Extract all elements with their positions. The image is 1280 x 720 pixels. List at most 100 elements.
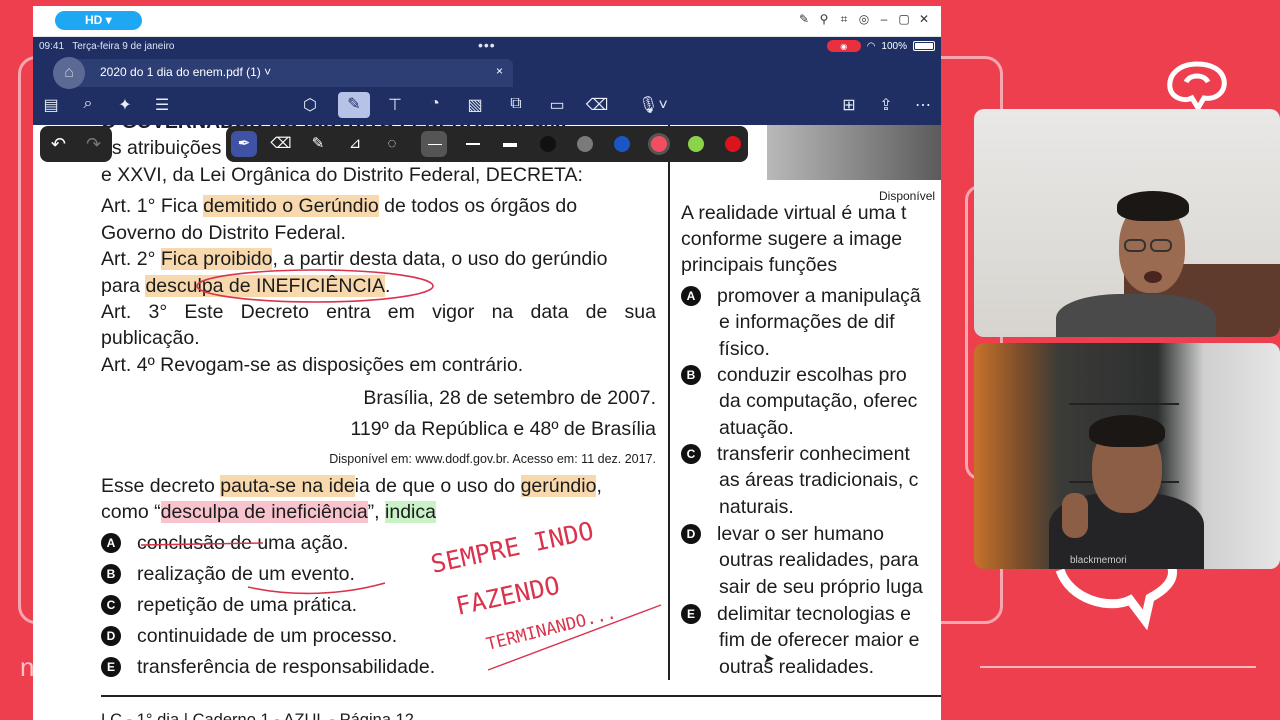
tab-close-icon[interactable]: × xyxy=(496,64,503,78)
sparkle-icon[interactable]: ✦ xyxy=(113,95,137,115)
status-date: Terça-feira 9 de janeiro xyxy=(72,41,175,52)
eraser-icon[interactable]: ⌫ xyxy=(268,131,294,157)
recording-icon: ◉ xyxy=(826,40,861,52)
document-tab[interactable]: ⌂ 2020 do 1 dia do enem.pdf (1) ˅ × xyxy=(53,57,513,89)
color-gray[interactable] xyxy=(577,136,593,152)
highlighter-icon[interactable]: ✎ xyxy=(305,131,331,157)
more-icon[interactable]: ⋯ xyxy=(911,95,935,115)
crop-icon[interactable]: ⌗ xyxy=(837,12,851,27)
option-text: realização de um evento. xyxy=(137,563,355,585)
writer-hand xyxy=(1062,493,1088,538)
rc-option-e-l2: fim de oferecer maior e xyxy=(719,629,920,652)
option-d[interactable]: Dcontinuidade de um processo. xyxy=(101,623,397,649)
redo-icon[interactable]: ↷ xyxy=(86,134,101,155)
color-green[interactable] xyxy=(688,136,704,152)
rc-option-c[interactable]: Ctransferir conheciment as áreas tradici… xyxy=(681,441,918,520)
restore-icon[interactable]: ▢ xyxy=(897,12,911,27)
doc-art4: Art. 4º Revogam-se as disposições em con… xyxy=(101,354,524,376)
option-c[interactable]: Crepetição de uma prática. xyxy=(101,592,357,618)
option-letter: B xyxy=(101,564,121,584)
rc-option-b-l3: atuação. xyxy=(719,416,794,439)
question-stem-2: como “desculpa de ineficiência”, indica xyxy=(101,499,436,525)
note-icon[interactable]: ▭ xyxy=(545,95,569,115)
hd-quality-button[interactable]: HD ▾ xyxy=(55,11,142,30)
home-icon[interactable]: ⌂ xyxy=(53,57,85,89)
rc-option-c-l1: transferir conheciment xyxy=(717,443,910,465)
rc-option-e-l1: delimitar tecnologias e xyxy=(717,603,912,625)
color-pink-selected[interactable] xyxy=(651,136,667,152)
pen-annotate-icon[interactable]: ✎ xyxy=(338,92,370,118)
minimize-icon[interactable]: – xyxy=(877,12,891,27)
highlight-pauta: pauta-se na ide xyxy=(220,475,355,497)
fountain-pen-icon[interactable]: ✒ xyxy=(231,131,257,157)
voice-icon[interactable]: 🎙˅ xyxy=(635,95,671,115)
doc-art1-c: Governo do Distrito Federal. xyxy=(101,222,346,244)
webcam-writer: blackmemori xyxy=(974,343,1280,569)
ruler-pen-icon[interactable]: ⊿ xyxy=(342,131,368,157)
color-red[interactable] xyxy=(725,136,741,152)
color-black[interactable] xyxy=(540,136,556,152)
rc-option-b[interactable]: Bconduzir escolhas pro da computação, of… xyxy=(681,362,917,441)
rc-option-a[interactable]: Apromover a manipulaçã e informações de … xyxy=(681,283,921,362)
lasso-icon[interactable]: ◌ xyxy=(379,131,405,157)
art2-text-b: , a partir desta data, o uso do gerúndio xyxy=(272,248,608,270)
option-letter: E xyxy=(101,657,121,677)
brand-logo-watermark-icon xyxy=(1055,566,1177,630)
pencil-icon[interactable]: ✎ xyxy=(797,12,811,27)
close-icon[interactable]: ✕ xyxy=(917,12,931,27)
option-b[interactable]: Brealização de um evento. xyxy=(101,561,355,587)
list-icon[interactable]: ☰ xyxy=(150,95,174,115)
q-text-c: , xyxy=(596,475,602,497)
option-letter: A xyxy=(101,533,121,553)
elements-icon[interactable]: ⧉ xyxy=(504,95,528,113)
shapes-icon[interactable]: ⬡ xyxy=(298,95,322,115)
option-a[interactable]: Aconclusão de uma ação. xyxy=(101,530,348,556)
share-icon[interactable]: ⇪ xyxy=(874,95,898,115)
stroke-medium-option[interactable] xyxy=(466,143,480,145)
rc-option-d-l3: sair de seu próprio luga xyxy=(719,575,923,598)
color-blue[interactable] xyxy=(614,136,630,152)
option-text: conclusão de uma ação. xyxy=(137,532,349,554)
sidebar-icon[interactable]: ▤ xyxy=(39,95,63,115)
doc-line-xxvi: e XXVI, da Lei Orgânica do Distrito Fede… xyxy=(101,164,583,186)
image-icon[interactable]: ▧ xyxy=(463,95,487,115)
add-page-icon[interactable]: ⊞ xyxy=(837,95,861,115)
status-bar-left: 09:41 Terça-feira 9 de janeiro xyxy=(39,41,174,52)
target-icon[interactable]: ◎ xyxy=(857,12,871,27)
option-text: repetição de uma prática. xyxy=(137,594,358,616)
eraser-tools-icon[interactable]: ⌫ xyxy=(585,95,609,115)
q-text-e: ”, xyxy=(367,501,386,523)
undo-icon[interactable]: ↶ xyxy=(51,134,66,155)
doc-art2-c: para desculpa de INEFICIÊNCIA. xyxy=(101,273,390,299)
doc-republic: 119º da República e 48º de Brasília xyxy=(350,418,657,440)
rc-option-a-l3: físico. xyxy=(719,337,770,360)
stroke-thick-option[interactable] xyxy=(503,143,517,147)
more-dots-icon[interactable]: ••• xyxy=(478,37,496,53)
search-icon[interactable]: ⌕ xyxy=(76,95,100,113)
option-letter: D xyxy=(681,524,701,544)
pdf-app-window: HD ▾ ✎ ⚲ ⌗ ◎ – ▢ ✕ 09:41 Terça-feira 9 d… xyxy=(33,6,941,720)
glasses-right xyxy=(1150,239,1172,252)
sticker-icon[interactable]: ◔ xyxy=(423,95,447,113)
rc-option-a-l1: promover a manipulaçã xyxy=(717,285,921,307)
undo-redo-bar: ↶ ↷ xyxy=(40,126,112,162)
battery-percent: 100% xyxy=(881,40,907,52)
doc-art2: Art. 2° Fica proibido, a partir desta da… xyxy=(101,246,607,272)
footer-rule xyxy=(101,695,941,697)
art2-text: Art. 2° xyxy=(101,248,161,270)
option-e[interactable]: Etransferência de responsabilidade. xyxy=(101,654,435,680)
doc-source: Disponível em: www.dodf.gov.br. Acesso e… xyxy=(329,452,656,466)
rc-option-d[interactable]: Dlevar o ser humano outras realidades, p… xyxy=(681,521,923,600)
rc-option-e[interactable]: Edelimitar tecnologias e fim de oferecer… xyxy=(681,601,920,680)
ink-text-1: SEMPRE INDO xyxy=(428,516,596,579)
highlight-indica: indica xyxy=(385,501,436,523)
chevron-down-icon[interactable]: ˅ xyxy=(264,65,271,79)
doc-art3-b: publicação. xyxy=(101,327,200,349)
text-box-icon[interactable]: ⊤ xyxy=(383,95,407,115)
main-toolbar: ▤ ⌕ ✦ ☰ ⬡ ✎ ⊤ ◔ ▧ ⧉ ▭ ⌫ 🎙˅ ⊞ ⇪ ⋯ xyxy=(33,89,941,123)
speaker-shirt xyxy=(1056,294,1216,337)
highlight-fica-proibido: Fica proibido xyxy=(160,248,273,270)
pin-icon[interactable]: ⚲ xyxy=(817,12,831,27)
vr-image xyxy=(767,125,941,180)
option-letter: A xyxy=(681,286,701,306)
